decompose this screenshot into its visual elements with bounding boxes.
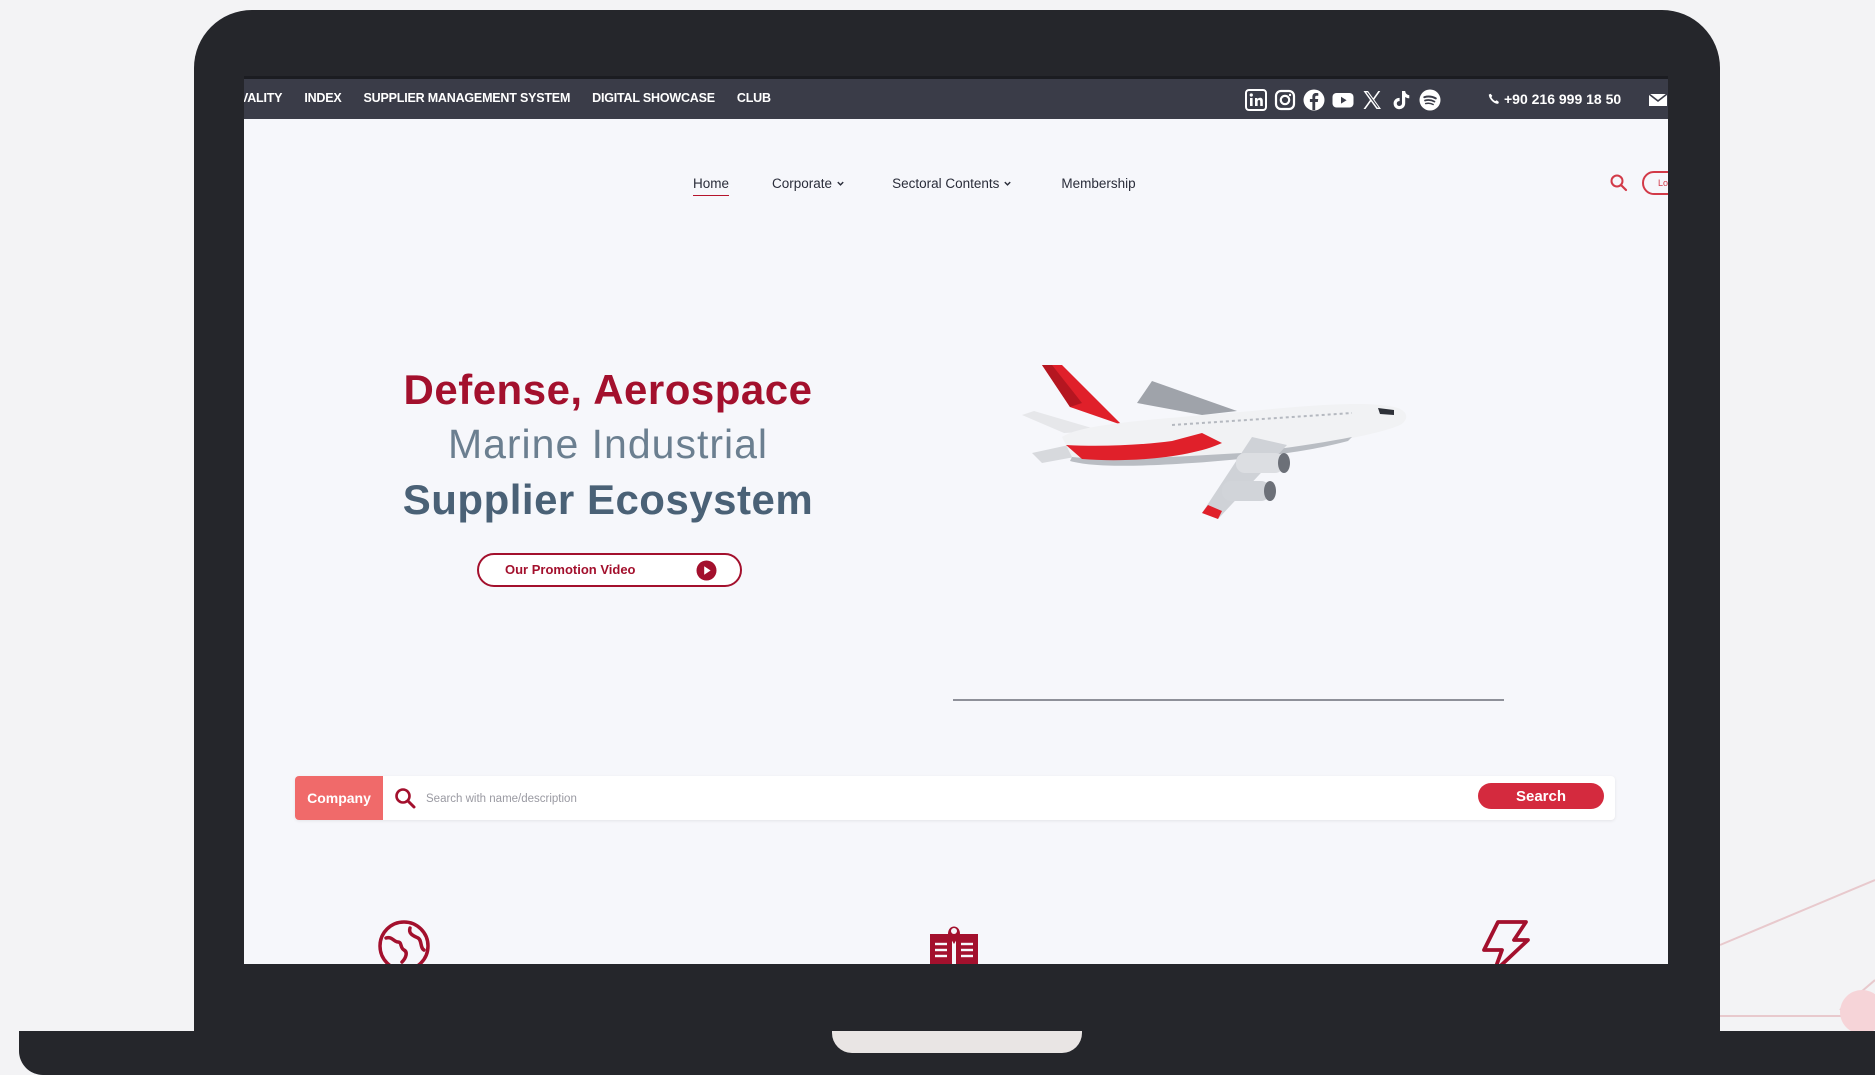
social-links xyxy=(1244,88,1442,112)
company-search-bar: Company Search xyxy=(295,776,1615,820)
linkedin-icon[interactable] xyxy=(1244,88,1268,112)
top-link-digital-showcase[interactable]: DIGITAL SHOWCASE xyxy=(592,91,715,105)
play-icon xyxy=(696,560,717,581)
top-links: VALITY INDEX SUPPLIER MANAGEMENT SYSTEM … xyxy=(244,91,771,105)
search-input[interactable] xyxy=(424,787,1428,811)
chevron-down-icon xyxy=(837,181,844,186)
nav-corporate-label: Corporate xyxy=(772,176,833,191)
spotify-icon[interactable] xyxy=(1418,88,1442,112)
mail-icon[interactable] xyxy=(1648,92,1668,108)
x-icon[interactable] xyxy=(1360,88,1384,112)
nav-home-label: Home xyxy=(693,176,730,191)
search-icon xyxy=(395,788,416,809)
search-button[interactable]: Search xyxy=(1478,783,1604,809)
top-link-supplier-management[interactable]: SUPPLIER MANAGEMENT SYSTEM xyxy=(364,91,571,105)
search-icon[interactable] xyxy=(1609,173,1629,193)
instagram-icon[interactable] xyxy=(1273,88,1297,112)
top-link-quality[interactable]: VALITY xyxy=(244,91,283,105)
tiktok-icon[interactable] xyxy=(1389,88,1413,112)
main-navigation: Home Corporate Sectoral Contents Members… xyxy=(693,176,1136,196)
nav-sectoral-contents-label: Sectoral Contents xyxy=(892,176,1000,191)
hero-title-line-3: Supplier Ecosystem xyxy=(402,476,814,523)
hero-divider xyxy=(953,699,1504,701)
website-screen: VALITY INDEX SUPPLIER MANAGEMENT SYSTEM … xyxy=(244,76,1668,964)
chevron-down-icon xyxy=(1004,181,1012,186)
globe-icon xyxy=(378,920,430,964)
top-utility-bar: VALITY INDEX SUPPLIER MANAGEMENT SYSTEM … xyxy=(244,76,1668,119)
book-icon xyxy=(930,926,978,964)
phone-icon xyxy=(1488,93,1499,104)
facebook-icon[interactable] xyxy=(1302,88,1326,112)
youtube-icon[interactable] xyxy=(1331,88,1355,112)
nav-sectoral-contents[interactable]: Sectoral Contents xyxy=(892,176,1012,191)
nav-membership[interactable]: Membership xyxy=(1061,176,1135,191)
top-link-index[interactable]: INDEX xyxy=(304,91,341,105)
top-link-club[interactable]: CLUB xyxy=(737,91,771,105)
login-button-label: Lo xyxy=(1658,178,1668,188)
nav-membership-label: Membership xyxy=(1061,176,1136,191)
laptop-notch xyxy=(832,1031,1082,1053)
phone-contact[interactable]: +90 216 999 18 50 xyxy=(1488,91,1621,107)
airplane-illustration xyxy=(1022,365,1407,519)
nav-corporate[interactable]: Corporate xyxy=(772,176,845,191)
login-button[interactable]: Lo xyxy=(1642,171,1668,195)
hero-title-line-2: Marine Industrial xyxy=(447,421,769,467)
promotion-video-label: Our Promotion Video xyxy=(505,562,636,577)
company-tab[interactable]: Company xyxy=(295,776,383,820)
nav-home[interactable]: Home xyxy=(693,176,730,196)
hero-title-line-1: Defense, Aerospace xyxy=(403,366,813,413)
lightning-icon xyxy=(1482,920,1530,964)
phone-number: +90 216 999 18 50 xyxy=(1504,91,1622,107)
promotion-video-button[interactable]: Our Promotion Video xyxy=(477,553,742,587)
